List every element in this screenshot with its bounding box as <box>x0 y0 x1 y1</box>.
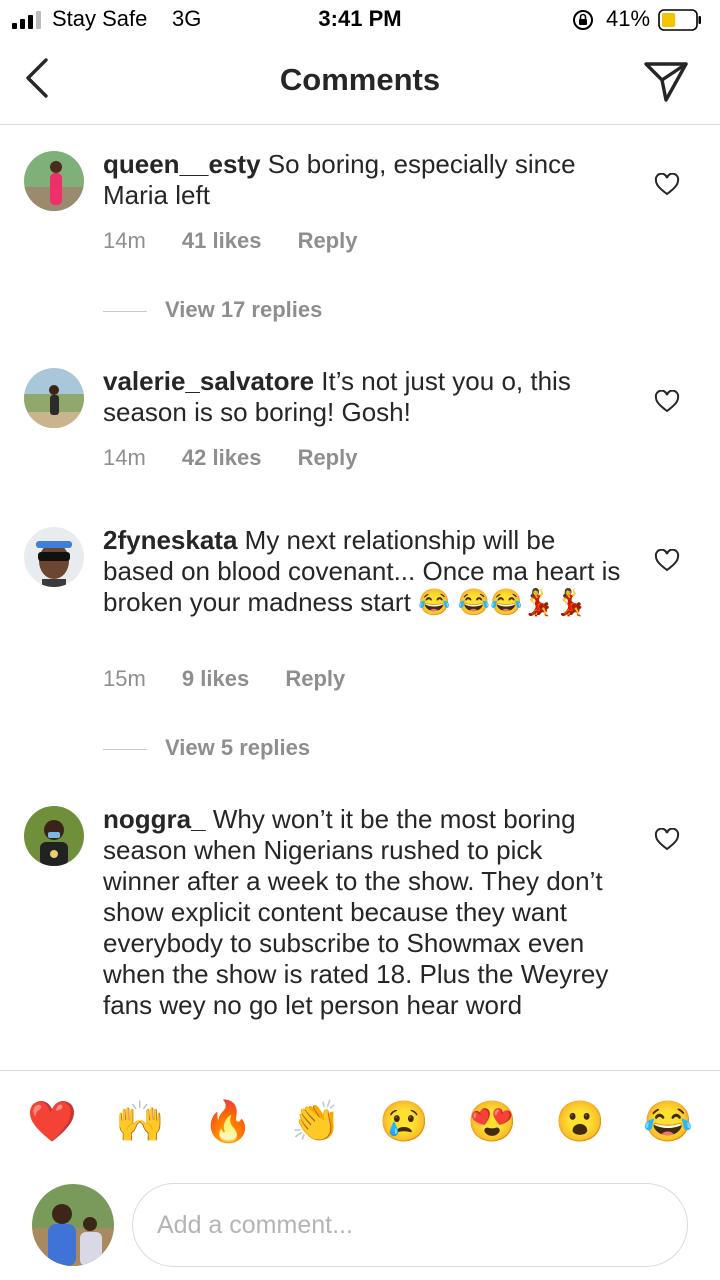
comment-meta: 14m 41 likes Reply <box>103 228 387 254</box>
comment-username[interactable]: noggra_ <box>103 804 206 834</box>
tears-of-joy-emoji[interactable]: 😂 <box>643 1097 693 1147</box>
view-replies-button[interactable]: View 17 replies <box>103 297 322 323</box>
comment-time: 14m <box>103 228 146 253</box>
crying-face-emoji[interactable]: 😢 <box>379 1097 429 1147</box>
heart-icon[interactable] <box>654 828 680 852</box>
red-heart-emoji[interactable]: ❤️ <box>27 1097 77 1147</box>
comment-text: Why won’t it be the most boring season w… <box>103 804 609 1020</box>
comment-meta: 14m 42 likes Reply <box>103 445 387 471</box>
comment-meta: 15m 9 likes Reply <box>103 666 375 692</box>
emoji-bar: ❤️ 🙌 🔥 👏 😢 😍 😮 😂 <box>0 1070 720 1171</box>
comment-time: 15m <box>103 666 146 691</box>
comment-composer <box>0 1172 720 1280</box>
likes-count[interactable]: 42 likes <box>182 445 262 470</box>
comment-username[interactable]: valerie_salvatore <box>103 366 314 396</box>
page-title: Comments <box>279 62 441 97</box>
status-bar: Stay Safe 3G 3:41 PM 41% <box>0 0 720 40</box>
view-replies-button[interactable]: View 5 replies <box>103 735 310 761</box>
avatar[interactable] <box>32 1184 114 1266</box>
rotation-lock-icon <box>573 10 593 30</box>
reply-button[interactable]: Reply <box>285 666 345 691</box>
avatar[interactable] <box>24 368 84 428</box>
fire-emoji[interactable]: 🔥 <box>203 1097 253 1147</box>
likes-count[interactable]: 9 likes <box>182 666 249 691</box>
avatar[interactable] <box>24 527 84 587</box>
comment-time: 14m <box>103 445 146 470</box>
heart-icon[interactable] <box>654 549 680 573</box>
comment-username[interactable]: 2fyneskata <box>103 525 237 555</box>
clapping-hands-emoji[interactable]: 👏 <box>291 1097 341 1147</box>
raising-hands-emoji[interactable]: 🙌 <box>115 1097 165 1147</box>
heart-icon[interactable] <box>654 390 680 414</box>
view-replies-label: View 5 replies <box>165 735 311 760</box>
avatar[interactable] <box>24 151 84 211</box>
view-replies-label: View 17 replies <box>165 297 323 322</box>
reply-button[interactable]: Reply <box>298 228 358 253</box>
avatar[interactable] <box>24 806 84 866</box>
back-button[interactable] <box>16 54 60 102</box>
heart-icon[interactable] <box>654 173 680 197</box>
paper-plane-icon[interactable] <box>640 58 692 106</box>
header: Comments <box>0 40 720 125</box>
likes-count[interactable]: 41 likes <box>182 228 262 253</box>
reply-button[interactable]: Reply <box>298 445 358 470</box>
divider <box>103 748 147 750</box>
divider <box>103 310 147 312</box>
comment-input[interactable] <box>132 1183 688 1267</box>
battery-percent: 41% <box>606 6 651 31</box>
comment-username[interactable]: queen__esty <box>103 149 261 179</box>
battery-icon <box>658 9 701 31</box>
heart-eyes-emoji[interactable]: 😍 <box>467 1097 517 1147</box>
surprised-face-emoji[interactable]: 😮 <box>555 1097 605 1147</box>
